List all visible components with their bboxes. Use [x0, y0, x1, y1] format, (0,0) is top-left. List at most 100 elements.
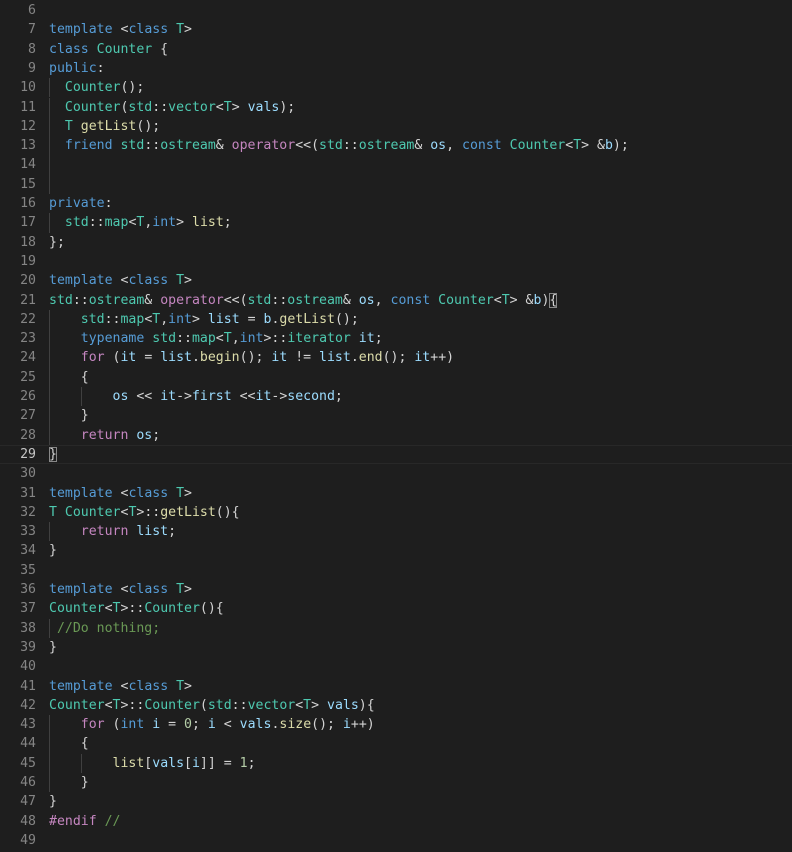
code-token: vector [168, 99, 216, 115]
code-line[interactable]: 22 std::map<T,int> list = b.getList(); [0, 309, 792, 330]
code-text[interactable]: public: [49, 59, 105, 78]
code-token: std [152, 331, 177, 347]
code-token: int [239, 331, 264, 347]
code-line[interactable]: 37 Counter<T>::Counter(){ [0, 599, 792, 618]
code-token: T [501, 292, 510, 308]
code-line[interactable]: 21 std::ostream& operator<<(std::ostream&… [0, 291, 792, 310]
line-number: 18 [20, 234, 36, 250]
code-line[interactable]: 36 template <class T> [0, 580, 792, 599]
line-number: 44 [20, 736, 36, 752]
code-line[interactable]: 30 [0, 464, 792, 483]
code-line[interactable]: 43 for (int i = 0; i < vals.size(); i++) [0, 715, 792, 735]
code-text[interactable]: Counter(std::vector<T> vals); [49, 98, 295, 117]
code-line[interactable]: 9 public: [0, 59, 792, 78]
code-line[interactable]: 13 friend std::ostream& operator<<(std::… [0, 136, 792, 156]
code-line[interactable]: 33 return list; [0, 522, 792, 542]
code-editor[interactable]: 6 7 template <class T> 8 class Counter {9 pub… [0, 0, 792, 852]
code-line[interactable]: 23 typename std::map<T,int>::iterator it… [0, 329, 792, 349]
code-text[interactable]: typename std::map<T,int>::iterator it; [49, 329, 383, 348]
code-line[interactable]: 29} [0, 444, 792, 465]
code-token: Counter [509, 138, 566, 154]
code-line[interactable]: 40 [0, 657, 792, 676]
code-text[interactable]: for (it = list.begin(); it != list.end()… [49, 348, 454, 367]
code-line[interactable]: 7 template <class T> [0, 20, 792, 39]
code-token: iterator [287, 331, 351, 347]
code-line[interactable]: 11 Counter(std::vector<T> vals); [0, 97, 792, 117]
code-text[interactable]: std::ostream& operator<<(std::ostream& o… [49, 291, 558, 310]
code-line[interactable]: 20 template <class T> [0, 271, 792, 290]
code-text[interactable]: { [49, 368, 89, 387]
code-token: -> [271, 389, 288, 404]
code-line[interactable]: 19 [0, 252, 792, 271]
code-text[interactable]: }; [49, 233, 65, 252]
code-line[interactable]: 6 [0, 1, 792, 20]
code-line[interactable]: 44 { [0, 734, 792, 754]
code-line[interactable]: 8 class Counter { [0, 40, 792, 59]
code-line[interactable]: 46 } [0, 773, 792, 793]
code-line[interactable]: 28 return os; [0, 425, 792, 445]
code-text[interactable]: private: [49, 194, 113, 213]
code-line[interactable]: 34} [0, 541, 792, 560]
code-line[interactable]: 12 T getList(); [0, 116, 792, 137]
code-text[interactable]: std::map<T,int> list; [49, 213, 232, 232]
code-line[interactable]: 24 for (it = list.begin(); it != list.en… [0, 348, 792, 368]
code-text[interactable]: T Counter<T>::getList(){ [49, 503, 240, 522]
code-text[interactable]: os << it->first <<it->second; [49, 387, 343, 406]
code-line[interactable]: 45 list[vals[i]] = 1; [0, 753, 792, 773]
code-line[interactable]: 10 Counter(); [0, 78, 792, 98]
code-text[interactable]: } [49, 773, 89, 792]
code-text[interactable]: Counter<T>::Counter(){ [49, 599, 224, 618]
code-text[interactable]: return list; [49, 522, 176, 541]
code-token: Counter [144, 601, 200, 617]
code-text[interactable]: } [49, 445, 57, 464]
code-text[interactable]: } [49, 638, 57, 657]
code-line[interactable]: 18}; [0, 233, 792, 252]
code-token: :: [88, 215, 105, 231]
code-line[interactable]: 38 //Do nothing; [0, 618, 792, 638]
code-line[interactable]: 32 T Counter<T>::getList(){ [0, 503, 792, 522]
code-text[interactable]: std::map<T,int> list = b.getList(); [49, 310, 359, 329]
code-text[interactable]: Counter(); [49, 78, 144, 97]
code-text[interactable]: //Do nothing; [49, 619, 160, 638]
code-line[interactable]: 17 std::map<T,int> list; [0, 213, 792, 233]
code-token: it [160, 389, 177, 404]
code-line[interactable]: 16 private: [0, 194, 792, 213]
code-line[interactable]: 39} [0, 638, 792, 657]
code-text[interactable]: Counter<T>::Counter(std::vector<T> vals)… [49, 696, 375, 715]
code-token: vals [247, 99, 280, 115]
code-text[interactable]: class Counter { [49, 40, 168, 59]
code-line[interactable]: 14 [0, 155, 792, 175]
code-line[interactable]: 25 { [0, 367, 792, 387]
code-line[interactable]: 26 os << it->first <<it->second; [0, 387, 792, 407]
code-token: = [160, 717, 185, 733]
code-text[interactable]: } [49, 541, 57, 560]
code-text[interactable]: template <class T> [49, 271, 192, 290]
code-text[interactable]: template <class T> [49, 580, 192, 599]
code-text[interactable]: #endif // [49, 812, 120, 831]
code-line[interactable]: 41 template <class T> [0, 677, 792, 696]
code-text[interactable]: for (int i = 0; i < vals.size(); i++) [49, 715, 375, 734]
code-text[interactable]: template <class T> [49, 20, 192, 39]
code-token: it [358, 331, 375, 347]
code-line[interactable]: 31 template <class T> [0, 484, 792, 503]
code-line[interactable]: 27 } [0, 406, 792, 426]
code-line[interactable]: 48 #endif // [0, 812, 792, 831]
code-text[interactable]: friend std::ostream& operator<<(std::ost… [49, 136, 629, 155]
code-line[interactable]: 47} [0, 792, 792, 811]
code-token: ; [247, 755, 256, 771]
code-line[interactable]: 35 [0, 561, 792, 580]
code-line[interactable]: 49 [0, 831, 792, 850]
code-line[interactable]: 15 [0, 174, 792, 194]
code-text[interactable]: template <class T> [49, 677, 192, 696]
code-text[interactable]: return os; [49, 426, 160, 445]
code-text[interactable]: } [49, 792, 57, 811]
code-text[interactable]: template <class T> [49, 484, 192, 503]
code-text[interactable]: } [49, 406, 89, 425]
code-text[interactable]: list[vals[i]] = 1; [49, 754, 256, 773]
code-line[interactable]: 42 Counter<T>::Counter(std::vector<T> val… [0, 696, 792, 715]
code-text[interactable]: { [49, 734, 89, 753]
code-token: } [49, 639, 57, 655]
code-text[interactable]: T getList(); [49, 117, 160, 136]
